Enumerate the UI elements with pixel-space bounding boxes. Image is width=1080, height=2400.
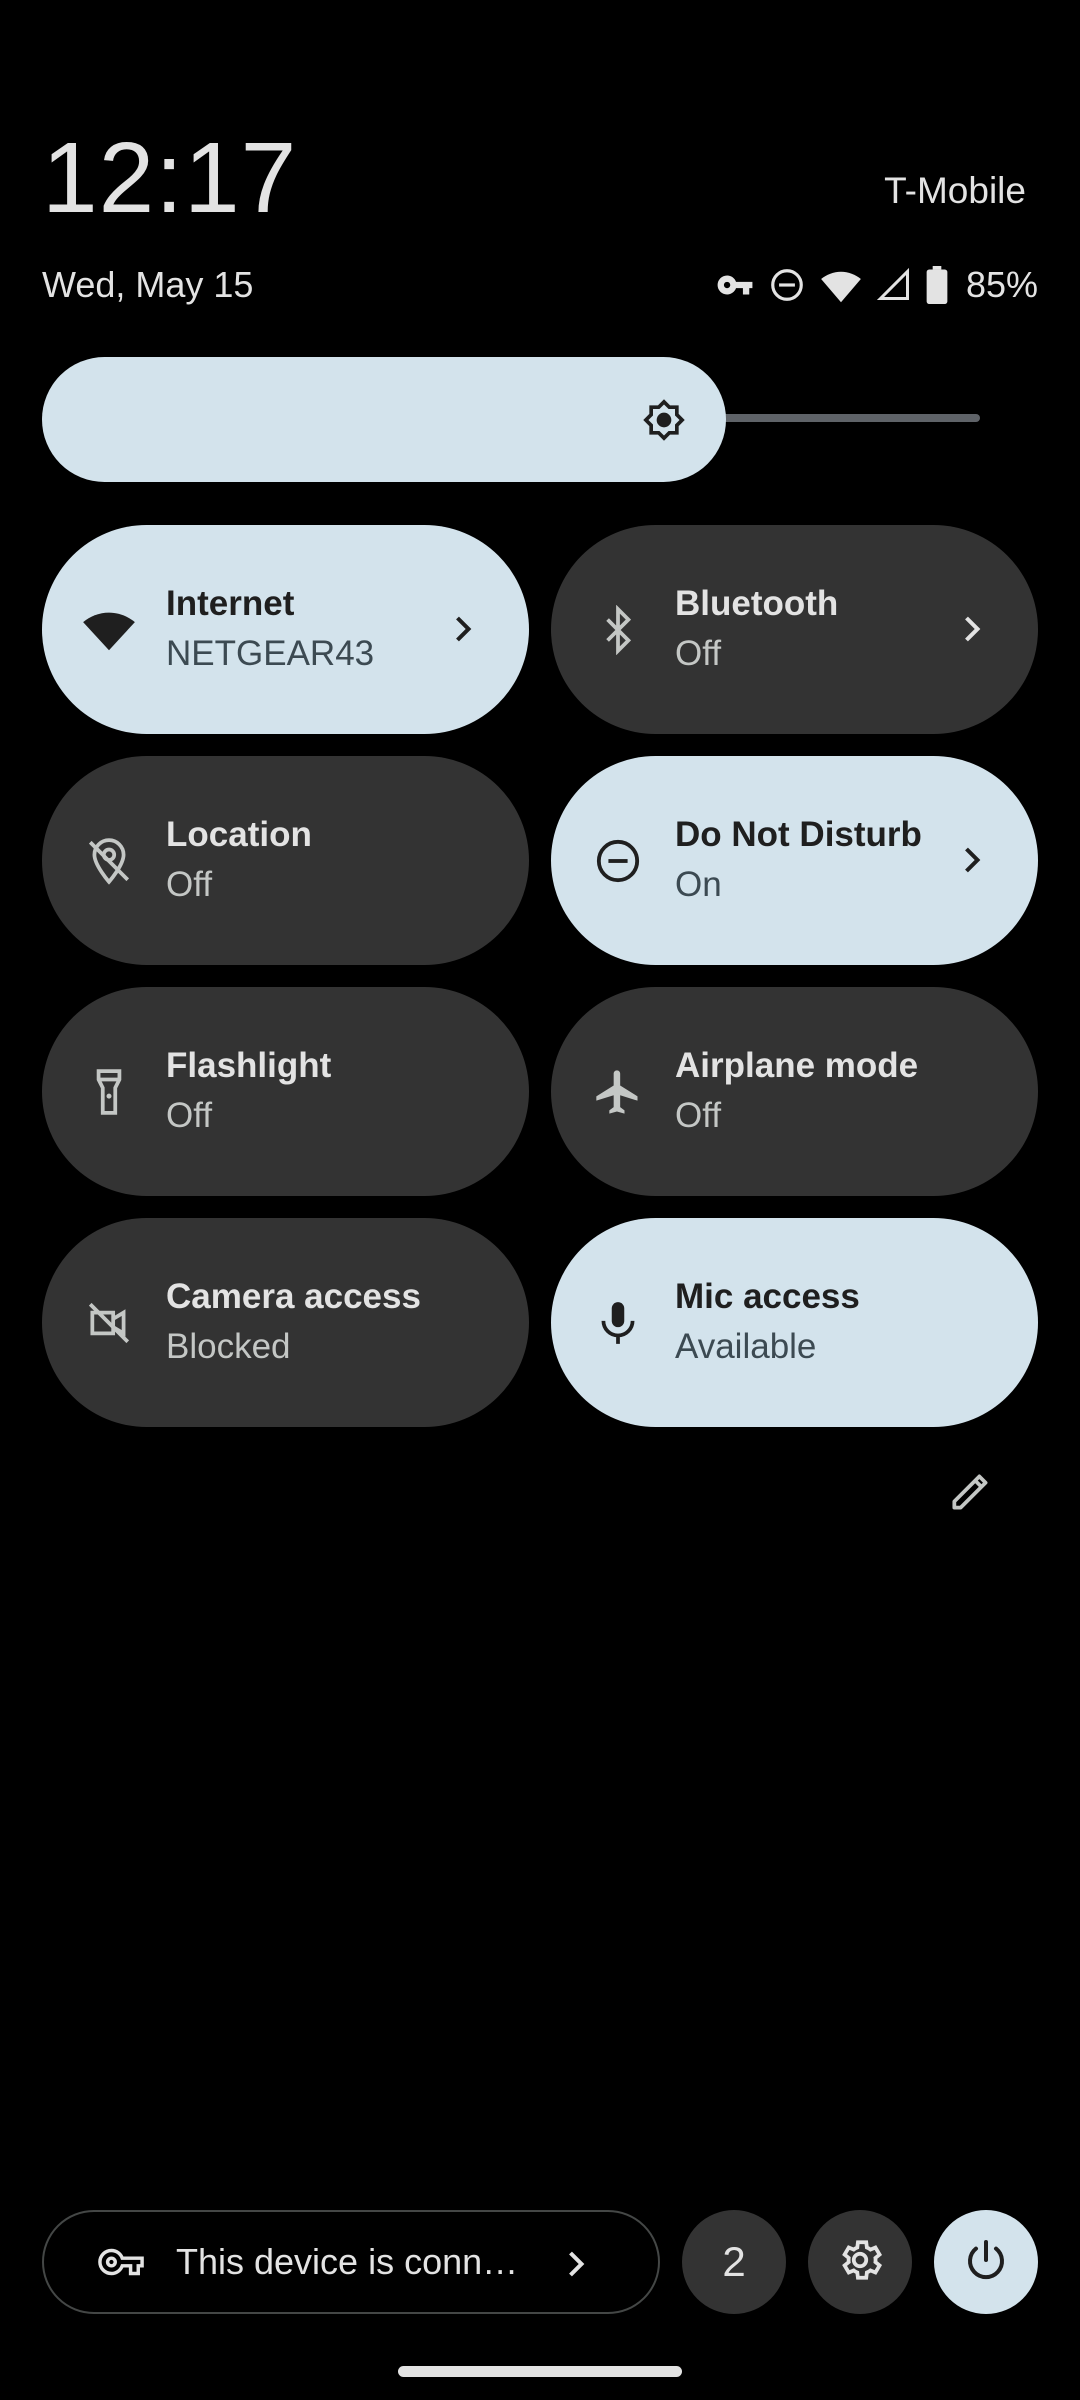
vpn-status-text: This device is conn… bbox=[176, 2241, 519, 2282]
status-icons: 85% bbox=[716, 262, 1038, 308]
power-button[interactable] bbox=[934, 2210, 1038, 2314]
carrier-label: T-Mobile bbox=[884, 170, 1026, 211]
notification-count-button[interactable]: 2 bbox=[682, 2210, 786, 2314]
tile-subtitle: NETGEAR43 bbox=[166, 633, 375, 673]
tile-subtitle: Off bbox=[166, 864, 213, 904]
chevron-right-icon bbox=[554, 2242, 598, 2286]
do-not-disturb-icon bbox=[591, 834, 645, 888]
chevron-right-icon[interactable] bbox=[950, 607, 994, 651]
tile-title: Mic access bbox=[675, 1276, 860, 1316]
tile-title: Airplane mode bbox=[675, 1045, 919, 1085]
location-off-icon bbox=[82, 834, 136, 888]
navigation-handle[interactable] bbox=[398, 2366, 682, 2377]
gear-icon bbox=[835, 2235, 885, 2290]
do-not-disturb-icon bbox=[768, 266, 806, 304]
wifi-icon bbox=[820, 266, 862, 304]
camera-off-icon bbox=[82, 1296, 136, 1350]
battery-percent: 85% bbox=[965, 264, 1038, 305]
vpn-key-icon bbox=[716, 266, 754, 304]
tile-bluetooth[interactable]: Bluetooth Off bbox=[551, 525, 1038, 734]
chevron-right-icon[interactable] bbox=[441, 607, 485, 651]
tile-camera-access[interactable]: Camera access Blocked bbox=[42, 1218, 529, 1427]
brightness-slider[interactable] bbox=[42, 357, 726, 482]
battery-icon bbox=[926, 266, 948, 304]
chevron-right-icon[interactable] bbox=[950, 838, 994, 882]
vpn-key-icon bbox=[98, 2237, 148, 2287]
tile-do-not-disturb[interactable]: Do Not Disturb On bbox=[551, 756, 1038, 965]
mic-icon bbox=[591, 1296, 645, 1350]
wifi-icon bbox=[82, 603, 136, 657]
tile-title: Bluetooth bbox=[675, 583, 839, 623]
tile-subtitle: On bbox=[675, 864, 722, 904]
power-icon bbox=[962, 2236, 1010, 2289]
tile-title: Location bbox=[166, 814, 312, 854]
date-label[interactable]: Wed, May 15 bbox=[42, 264, 253, 306]
tile-subtitle: Off bbox=[675, 633, 722, 673]
tile-mic-access[interactable]: Mic access Available bbox=[551, 1218, 1038, 1427]
quick-settings-tiles: Internet NETGEAR43 Bluetooth Off Locatio… bbox=[42, 525, 1038, 1427]
tile-airplane-mode[interactable]: Airplane mode Off bbox=[551, 987, 1038, 1196]
airplane-icon bbox=[591, 1065, 645, 1119]
settings-button[interactable] bbox=[808, 2210, 912, 2314]
tile-internet[interactable]: Internet NETGEAR43 bbox=[42, 525, 529, 734]
tile-subtitle: Blocked bbox=[166, 1326, 291, 1366]
clock[interactable]: 12:17 bbox=[42, 128, 297, 228]
brightness-icon bbox=[642, 398, 686, 442]
vpn-status-pill[interactable]: This device is conn… bbox=[42, 2210, 660, 2314]
flashlight-icon bbox=[82, 1065, 136, 1119]
edit-icon[interactable] bbox=[946, 1466, 996, 1516]
quick-settings-panel: 12:17 T-Mobile Wed, May 15 85% Internet … bbox=[0, 0, 1080, 2400]
tile-title: Do Not Disturb bbox=[675, 814, 922, 854]
bluetooth-icon bbox=[591, 603, 645, 657]
tile-location[interactable]: Location Off bbox=[42, 756, 529, 965]
tile-subtitle: Off bbox=[166, 1095, 213, 1135]
tile-flashlight[interactable]: Flashlight Off bbox=[42, 987, 529, 1196]
tile-title: Internet bbox=[166, 583, 295, 623]
tile-title: Flashlight bbox=[166, 1045, 332, 1085]
tile-title: Camera access bbox=[166, 1276, 421, 1316]
tile-subtitle: Off bbox=[675, 1095, 722, 1135]
cell-signal-icon bbox=[876, 267, 912, 303]
tile-subtitle: Available bbox=[675, 1326, 817, 1366]
